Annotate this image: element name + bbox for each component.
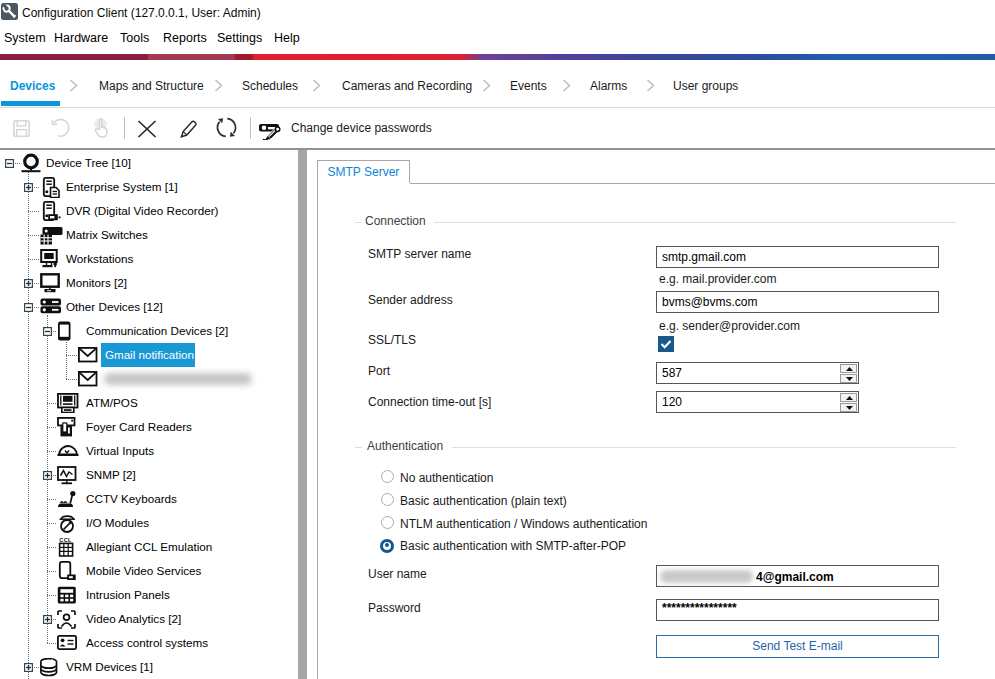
- svg-text:CCL: CCL: [59, 537, 72, 543]
